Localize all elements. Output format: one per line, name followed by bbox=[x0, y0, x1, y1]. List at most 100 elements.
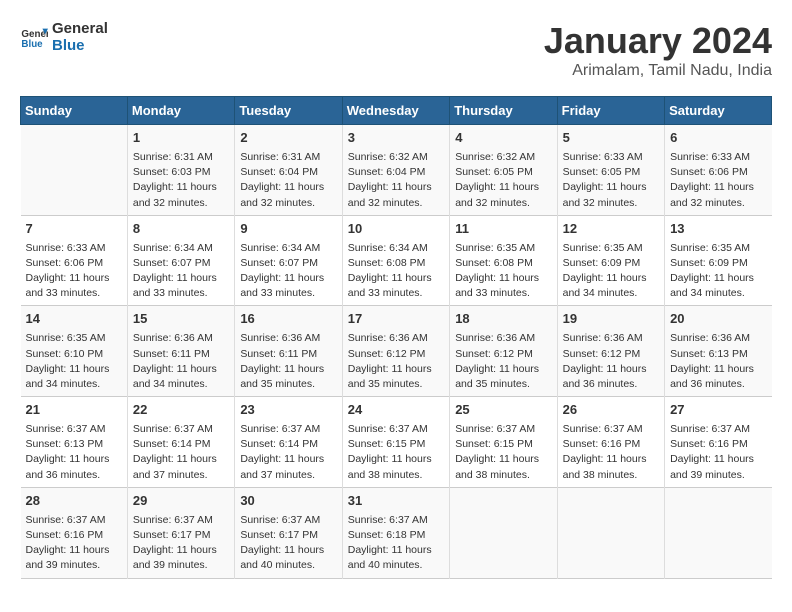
calendar-cell: 15 Sunrise: 6:36 AM Sunset: 6:11 PM Dayli… bbox=[127, 306, 234, 397]
day-number: 22 bbox=[133, 401, 229, 420]
calendar-cell: 23 Sunrise: 6:37 AM Sunset: 6:14 PM Dayli… bbox=[235, 397, 342, 488]
week-row-1: 1Sunrise: 6:31 AM Sunset: 6:03 PM Daylig… bbox=[21, 125, 772, 216]
day-info: Sunrise: 6:35 AM Sunset: 6:08 PM Dayligh… bbox=[455, 241, 551, 302]
day-info: Sunrise: 6:36 AM Sunset: 6:12 PM Dayligh… bbox=[348, 331, 444, 392]
calendar-cell: 19Sunrise: 6:36 AM Sunset: 6:12 PM Dayli… bbox=[557, 306, 664, 397]
day-info: Sunrise: 6:34 AM Sunset: 6:07 PM Dayligh… bbox=[133, 241, 229, 302]
day-number: 26 bbox=[563, 401, 659, 420]
day-info: Sunrise: 6:32 AM Sunset: 6:04 PM Dayligh… bbox=[348, 150, 444, 211]
calendar-cell: 17 Sunrise: 6:36 AM Sunset: 6:12 PM Dayli… bbox=[342, 306, 449, 397]
header-row: SundayMondayTuesdayWednesdayThursdayFrid… bbox=[21, 97, 772, 125]
day-number: 17 bbox=[348, 310, 444, 329]
day-number: 21 bbox=[26, 401, 122, 420]
day-number: 29 bbox=[133, 492, 229, 511]
day-info: Sunrise: 6:36 AM Sunset: 6:12 PM Dayligh… bbox=[455, 331, 551, 392]
day-info: Sunrise: 6:35 AM Sunset: 6:10 PM Dayligh… bbox=[26, 331, 122, 392]
calendar-cell: 26 Sunrise: 6:37 AM Sunset: 6:16 PM Dayli… bbox=[557, 397, 664, 488]
day-info: Sunrise: 6:32 AM Sunset: 6:05 PM Dayligh… bbox=[455, 150, 551, 211]
logo: General Blue General Blue bbox=[20, 20, 108, 54]
logo-general: General bbox=[52, 20, 108, 37]
week-row-3: 14 Sunrise: 6:35 AM Sunset: 6:10 PM Dayli… bbox=[21, 306, 772, 397]
day-info: Sunrise: 6:33 AM Sunset: 6:06 PM Dayligh… bbox=[26, 241, 122, 302]
calendar-cell: 12Sunrise: 6:35 AM Sunset: 6:09 PM Dayli… bbox=[557, 215, 664, 306]
calendar-cell: 5 Sunrise: 6:33 AM Sunset: 6:05 PM Daylig… bbox=[557, 125, 664, 216]
calendar-cell: 9Sunrise: 6:34 AM Sunset: 6:07 PM Daylig… bbox=[235, 215, 342, 306]
calendar-cell: 18 Sunrise: 6:36 AM Sunset: 6:12 PM Dayli… bbox=[450, 306, 557, 397]
calendar-cell: 2 Sunrise: 6:31 AM Sunset: 6:04 PM Daylig… bbox=[235, 125, 342, 216]
day-info: Sunrise: 6:37 AM Sunset: 6:15 PM Dayligh… bbox=[348, 422, 444, 483]
day-number: 30 bbox=[240, 492, 336, 511]
day-info: Sunrise: 6:37 AM Sunset: 6:13 PM Dayligh… bbox=[26, 422, 122, 483]
calendar-cell: 20Sunrise: 6:36 AM Sunset: 6:13 PM Dayli… bbox=[665, 306, 772, 397]
week-row-4: 21 Sunrise: 6:37 AM Sunset: 6:13 PM Dayli… bbox=[21, 397, 772, 488]
day-number: 31 bbox=[348, 492, 444, 511]
day-number: 11 bbox=[455, 220, 551, 239]
logo-blue: Blue bbox=[52, 37, 108, 54]
day-number: 9 bbox=[240, 220, 336, 239]
day-number: 8 bbox=[133, 220, 229, 239]
calendar-title: January 2024 bbox=[544, 20, 772, 62]
day-info: Sunrise: 6:37 AM Sunset: 6:18 PM Dayligh… bbox=[348, 513, 444, 574]
day-number: 5 bbox=[563, 129, 659, 148]
day-number: 4 bbox=[455, 129, 551, 148]
calendar-cell: 3 Sunrise: 6:32 AM Sunset: 6:04 PM Daylig… bbox=[342, 125, 449, 216]
day-number: 28 bbox=[26, 492, 122, 511]
calendar-cell: 13Sunrise: 6:35 AM Sunset: 6:09 PM Dayli… bbox=[665, 215, 772, 306]
day-info: Sunrise: 6:33 AM Sunset: 6:05 PM Dayligh… bbox=[563, 150, 659, 211]
day-info: Sunrise: 6:36 AM Sunset: 6:11 PM Dayligh… bbox=[240, 331, 336, 392]
day-info: Sunrise: 6:37 AM Sunset: 6:17 PM Dayligh… bbox=[133, 513, 229, 574]
day-number: 13 bbox=[670, 220, 766, 239]
calendar-cell: 28 Sunrise: 6:37 AM Sunset: 6:16 PM Dayli… bbox=[21, 487, 128, 578]
day-info: Sunrise: 6:37 AM Sunset: 6:15 PM Dayligh… bbox=[455, 422, 551, 483]
day-number: 27 bbox=[670, 401, 766, 420]
day-number: 23 bbox=[240, 401, 336, 420]
day-number: 20 bbox=[670, 310, 766, 329]
calendar-header: SundayMondayTuesdayWednesdayThursdayFrid… bbox=[21, 97, 772, 125]
day-number: 25 bbox=[455, 401, 551, 420]
calendar-body: 1Sunrise: 6:31 AM Sunset: 6:03 PM Daylig… bbox=[21, 125, 772, 579]
calendar-cell: 21 Sunrise: 6:37 AM Sunset: 6:13 PM Dayli… bbox=[21, 397, 128, 488]
header-cell-monday: Monday bbox=[127, 97, 234, 125]
svg-text:Blue: Blue bbox=[21, 39, 43, 50]
day-info: Sunrise: 6:37 AM Sunset: 6:16 PM Dayligh… bbox=[563, 422, 659, 483]
header-cell-thursday: Thursday bbox=[450, 97, 557, 125]
calendar-cell bbox=[665, 487, 772, 578]
day-info: Sunrise: 6:31 AM Sunset: 6:04 PM Dayligh… bbox=[240, 150, 336, 211]
day-info: Sunrise: 6:36 AM Sunset: 6:11 PM Dayligh… bbox=[133, 331, 229, 392]
day-number: 18 bbox=[455, 310, 551, 329]
day-info: Sunrise: 6:37 AM Sunset: 6:16 PM Dayligh… bbox=[26, 513, 122, 574]
calendar-cell: 10 Sunrise: 6:34 AM Sunset: 6:08 PM Dayli… bbox=[342, 215, 449, 306]
calendar-cell: 8 Sunrise: 6:34 AM Sunset: 6:07 PM Daylig… bbox=[127, 215, 234, 306]
calendar-cell: 24 Sunrise: 6:37 AM Sunset: 6:15 PM Dayli… bbox=[342, 397, 449, 488]
day-number: 2 bbox=[240, 129, 336, 148]
day-number: 7 bbox=[26, 220, 122, 239]
day-info: Sunrise: 6:33 AM Sunset: 6:06 PM Dayligh… bbox=[670, 150, 766, 211]
title-section: January 2024 Arimalam, Tamil Nadu, India bbox=[544, 20, 772, 80]
week-row-5: 28 Sunrise: 6:37 AM Sunset: 6:16 PM Dayli… bbox=[21, 487, 772, 578]
day-info: Sunrise: 6:37 AM Sunset: 6:14 PM Dayligh… bbox=[240, 422, 336, 483]
day-number: 3 bbox=[348, 129, 444, 148]
day-number: 24 bbox=[348, 401, 444, 420]
calendar-table: SundayMondayTuesdayWednesdayThursdayFrid… bbox=[20, 96, 772, 579]
day-info: Sunrise: 6:36 AM Sunset: 6:12 PM Dayligh… bbox=[563, 331, 659, 392]
calendar-cell bbox=[557, 487, 664, 578]
day-info: Sunrise: 6:37 AM Sunset: 6:14 PM Dayligh… bbox=[133, 422, 229, 483]
day-info: Sunrise: 6:37 AM Sunset: 6:16 PM Dayligh… bbox=[670, 422, 766, 483]
calendar-cell: 14 Sunrise: 6:35 AM Sunset: 6:10 PM Dayli… bbox=[21, 306, 128, 397]
day-number: 10 bbox=[348, 220, 444, 239]
page-header: General Blue General Blue January 2024 A… bbox=[20, 20, 772, 80]
calendar-cell: 4 Sunrise: 6:32 AM Sunset: 6:05 PM Daylig… bbox=[450, 125, 557, 216]
logo-icon: General Blue bbox=[20, 23, 48, 51]
day-number: 15 bbox=[133, 310, 229, 329]
day-info: Sunrise: 6:37 AM Sunset: 6:17 PM Dayligh… bbox=[240, 513, 336, 574]
day-info: Sunrise: 6:34 AM Sunset: 6:08 PM Dayligh… bbox=[348, 241, 444, 302]
day-number: 16 bbox=[240, 310, 336, 329]
calendar-cell: 6Sunrise: 6:33 AM Sunset: 6:06 PM Daylig… bbox=[665, 125, 772, 216]
week-row-2: 7 Sunrise: 6:33 AM Sunset: 6:06 PM Daylig… bbox=[21, 215, 772, 306]
day-number: 14 bbox=[26, 310, 122, 329]
calendar-cell: 25 Sunrise: 6:37 AM Sunset: 6:15 PM Dayli… bbox=[450, 397, 557, 488]
calendar-cell: 31 Sunrise: 6:37 AM Sunset: 6:18 PM Dayli… bbox=[342, 487, 449, 578]
calendar-cell: 16 Sunrise: 6:36 AM Sunset: 6:11 PM Dayli… bbox=[235, 306, 342, 397]
day-info: Sunrise: 6:31 AM Sunset: 6:03 PM Dayligh… bbox=[133, 150, 229, 211]
header-cell-saturday: Saturday bbox=[665, 97, 772, 125]
